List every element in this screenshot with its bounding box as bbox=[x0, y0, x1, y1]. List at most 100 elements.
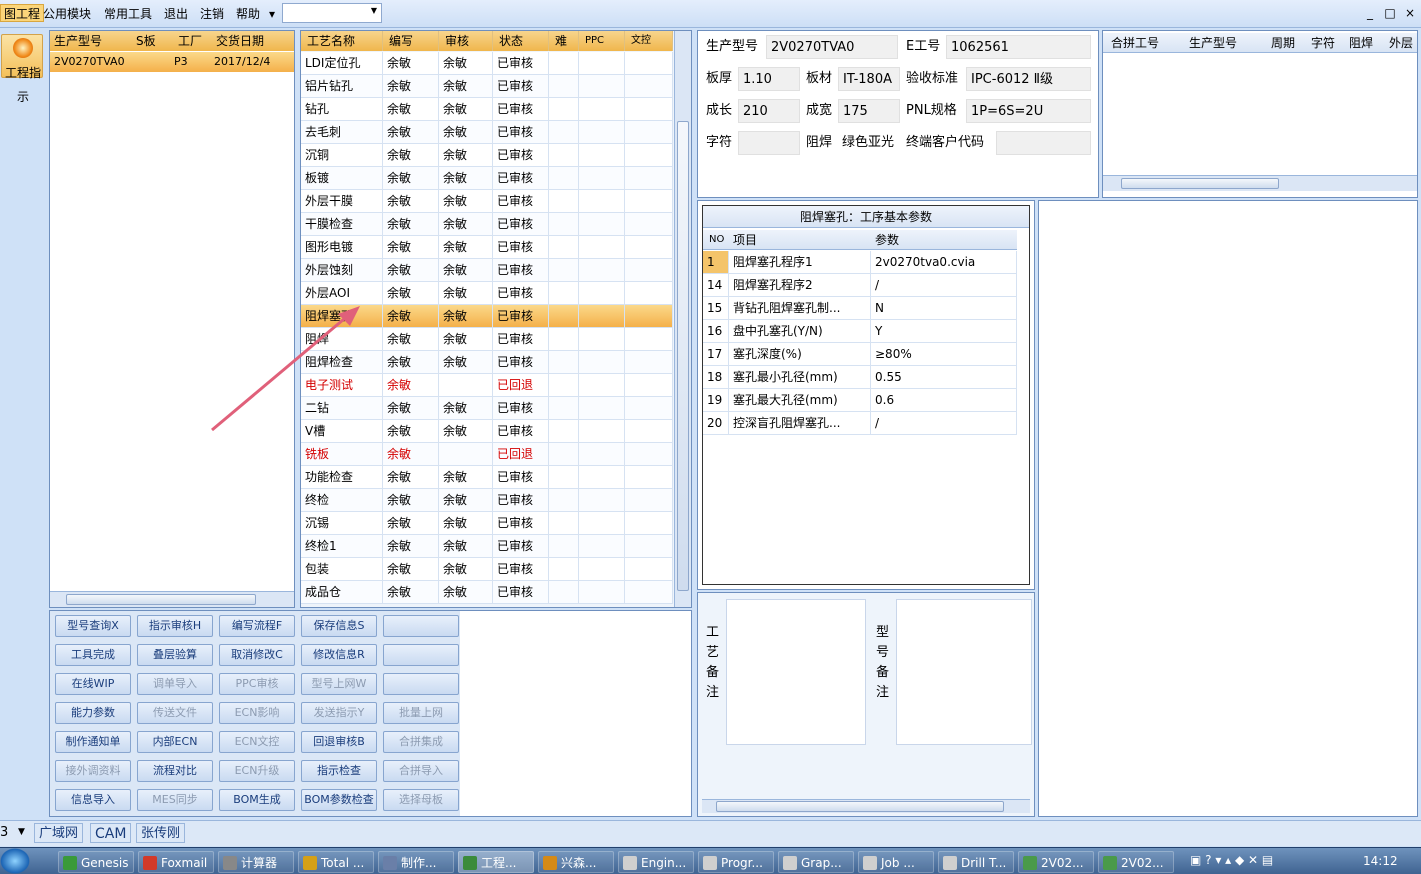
col-char[interactable]: 字符 bbox=[1311, 33, 1335, 53]
col-outer[interactable]: 外层 bbox=[1389, 33, 1413, 53]
taskbar-item[interactable]: 2V02... bbox=[1018, 851, 1094, 873]
table-row[interactable]: 功能检查 余敏 余敏 已审核 bbox=[301, 466, 673, 489]
action-button[interactable]: 选择母板 bbox=[383, 789, 459, 811]
action-button[interactable] bbox=[383, 644, 459, 666]
menu-common-module[interactable]: 公用模块 bbox=[40, 5, 94, 23]
taskbar-item[interactable]: Drill T... bbox=[938, 851, 1014, 873]
action-button[interactable]: 制作通知单 bbox=[55, 731, 131, 753]
table-row[interactable]: 15 背钻孔阻焊塞孔制... N bbox=[703, 297, 1017, 320]
action-button[interactable]: 保存信息S bbox=[301, 615, 377, 637]
action-button[interactable] bbox=[383, 615, 459, 637]
menu-help[interactable]: 帮助 bbox=[233, 5, 263, 23]
col-merge-no[interactable]: 合拼工号 bbox=[1111, 33, 1159, 53]
table-row[interactable]: 1 阻焊塞孔程序1 2v0270tva0.cvia bbox=[703, 251, 1017, 274]
col-model[interactable]: 生产型号 bbox=[1189, 33, 1237, 53]
action-button[interactable]: 叠层验算 bbox=[137, 644, 213, 666]
menu-exit[interactable]: 退出 bbox=[161, 5, 191, 23]
action-button[interactable]: 接外调资料 bbox=[55, 760, 131, 782]
col-writer[interactable]: 编写 bbox=[383, 31, 439, 51]
table-row[interactable]: 2V0270TVA0 P3 2017/12/4 bbox=[50, 52, 294, 72]
taskbar-item[interactable]: 制作... bbox=[378, 851, 454, 873]
taskbar-item[interactable]: 兴森... bbox=[538, 851, 614, 873]
vertical-scrollbar[interactable] bbox=[674, 31, 691, 607]
action-button[interactable]: 发送指示Y bbox=[301, 702, 377, 724]
table-row[interactable]: 去毛刺 余敏 余敏 已审核 bbox=[301, 121, 673, 144]
action-button[interactable]: BOM参数检查 bbox=[301, 789, 377, 811]
minimize-button[interactable]: _ bbox=[1362, 6, 1378, 20]
scroll-thumb[interactable] bbox=[1121, 178, 1279, 189]
action-button[interactable]: BOM生成 bbox=[219, 789, 295, 811]
action-button[interactable]: ECN升级 bbox=[219, 760, 295, 782]
taskbar-item[interactable]: 2V02... bbox=[1098, 851, 1174, 873]
action-button[interactable]: MES同步 bbox=[137, 789, 213, 811]
table-row[interactable]: 16 盘中孔塞孔(Y/N) Y bbox=[703, 320, 1017, 343]
col-doc-control[interactable]: 文控 bbox=[625, 31, 673, 51]
tray-icons[interactable]: ▣ ? ▾ ▴ ◆ ✕ ▤ bbox=[1190, 853, 1273, 867]
menu-logout[interactable]: 注销 bbox=[197, 5, 227, 23]
table-row[interactable]: 终检 余敏 余敏 已审核 bbox=[301, 489, 673, 512]
menu-engineering[interactable]: 图工程 bbox=[0, 4, 45, 22]
action-button[interactable]: 修改信息R bbox=[301, 644, 377, 666]
menu-common-tools[interactable]: 常用工具 bbox=[101, 5, 155, 23]
action-button[interactable]: ECN文控 bbox=[219, 731, 295, 753]
col-cycle[interactable]: 周期 bbox=[1271, 33, 1295, 53]
table-row[interactable]: 钻孔 余敏 余敏 已审核 bbox=[301, 98, 673, 121]
action-button[interactable]: 回退审核B bbox=[301, 731, 377, 753]
table-row[interactable]: 板镀 余敏 余敏 已审核 bbox=[301, 167, 673, 190]
action-button[interactable]: 合拼集成 bbox=[383, 731, 459, 753]
col-factory[interactable]: 工厂 bbox=[178, 31, 202, 51]
action-button[interactable]: ECN影响 bbox=[219, 702, 295, 724]
col-item[interactable]: 项目 bbox=[733, 230, 757, 250]
model-notes-field[interactable] bbox=[896, 599, 1032, 745]
taskbar-item[interactable]: 计算器 bbox=[218, 851, 294, 873]
table-row[interactable]: 图形电镀 余敏 余敏 已审核 bbox=[301, 236, 673, 259]
table-row[interactable]: 铝片钻孔 余敏 余敏 已审核 bbox=[301, 75, 673, 98]
table-row[interactable]: 沉锡 余敏 余敏 已审核 bbox=[301, 512, 673, 535]
table-row[interactable]: 包装 余敏 余敏 已审核 bbox=[301, 558, 673, 581]
col-difficulty[interactable]: 难 bbox=[549, 31, 579, 51]
col-process-name[interactable]: 工艺名称 bbox=[301, 31, 383, 51]
horizontal-scrollbar[interactable] bbox=[50, 591, 294, 607]
table-row[interactable]: 14 阻焊塞孔程序2/ bbox=[703, 274, 1017, 297]
col-value[interactable]: 参数 bbox=[875, 230, 899, 250]
table-row[interactable]: 外层蚀刻 余敏 余敏 已审核 bbox=[301, 259, 673, 282]
action-button[interactable]: 取消修改C bbox=[219, 644, 295, 666]
col-status[interactable]: 状态 bbox=[493, 31, 549, 51]
action-button[interactable]: 合拼导入 bbox=[383, 760, 459, 782]
taskbar-item[interactable]: Genesis bbox=[58, 851, 134, 873]
table-row[interactable]: 外层干膜 余敏 余敏 已审核 bbox=[301, 190, 673, 213]
taskbar-item[interactable]: Total ... bbox=[298, 851, 374, 873]
chevron-down-icon[interactable]: ▼ bbox=[18, 827, 25, 837]
table-row[interactable]: 20 控深盲孔阻焊塞孔... / bbox=[703, 412, 1017, 435]
col-s-board[interactable]: S板 bbox=[136, 31, 156, 51]
table-row[interactable]: 终检1 余敏 余敏 已审核 bbox=[301, 535, 673, 558]
action-button[interactable] bbox=[383, 673, 459, 695]
taskbar-item[interactable]: Job ... bbox=[858, 851, 934, 873]
action-button[interactable]: PPC审核 bbox=[219, 673, 295, 695]
action-button[interactable]: 工具完成 bbox=[55, 644, 131, 666]
table-row[interactable]: LDI定位孔 余敏 余敏 已审核 bbox=[301, 52, 673, 75]
col-reviewer[interactable]: 审核 bbox=[439, 31, 493, 51]
action-button[interactable]: 能力参数 bbox=[55, 702, 131, 724]
horizontal-scrollbar[interactable] bbox=[702, 799, 1030, 813]
action-button[interactable]: 指示审核H bbox=[137, 615, 213, 637]
engineering-guide-button[interactable]: 工程指示 bbox=[1, 34, 43, 104]
menu-more-icon[interactable]: ▾ bbox=[266, 5, 278, 23]
table-row[interactable]: 沉铜 余敏 余敏 已审核 bbox=[301, 144, 673, 167]
action-button[interactable]: 信息导入 bbox=[55, 789, 131, 811]
scroll-thumb[interactable] bbox=[66, 594, 256, 605]
action-button[interactable]: 指示检查 bbox=[301, 760, 377, 782]
col-ppc[interactable]: PPC bbox=[579, 31, 625, 51]
table-row[interactable]: 成品仓 余敏 余敏 已审核 bbox=[301, 581, 673, 604]
horizontal-scrollbar[interactable] bbox=[1103, 175, 1417, 191]
action-button[interactable]: 内部ECN bbox=[137, 731, 213, 753]
action-button[interactable]: 批量上网 bbox=[383, 702, 459, 724]
action-button[interactable]: 编写流程F bbox=[219, 615, 295, 637]
taskbar-item[interactable]: Grap... bbox=[778, 851, 854, 873]
action-button[interactable]: 传送文件 bbox=[137, 702, 213, 724]
taskbar-item[interactable]: Foxmail bbox=[138, 851, 214, 873]
action-button[interactable]: 型号上网W bbox=[301, 673, 377, 695]
close-button[interactable]: × bbox=[1402, 6, 1418, 20]
table-row[interactable]: 18 塞孔最小孔径(mm) 0.55 bbox=[703, 366, 1017, 389]
start-icon[interactable] bbox=[0, 848, 30, 874]
